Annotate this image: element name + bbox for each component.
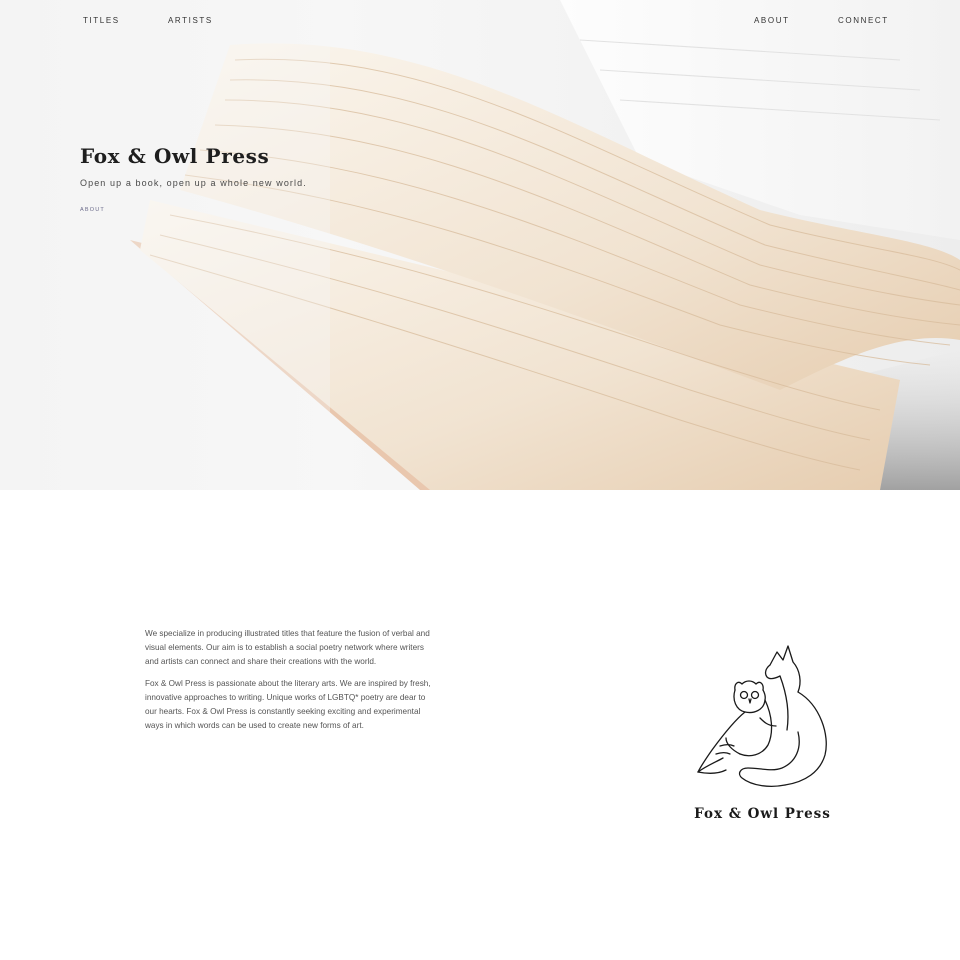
open-book-photo (0, 0, 960, 490)
nav-link-about[interactable]: ABOUT (754, 16, 790, 25)
nav-link-connect[interactable]: CONNECT (838, 16, 889, 25)
hero-tagline: Open up a book, open up a whole new worl… (80, 178, 307, 188)
fox-and-owl-icon (697, 645, 827, 787)
nav-link-artists[interactable]: ARTISTS (168, 16, 213, 25)
logo-wordmark: Fox & Owl Press (694, 806, 831, 822)
hero-banner: TITLES ARTISTS ABOUT CONNECT Fox & Owl P… (0, 0, 960, 490)
press-logo: Fox & Owl Press (690, 640, 835, 830)
hero-title: Fox & Owl Press (80, 144, 270, 168)
about-paragraph: We specialize in producing illustrated t… (145, 629, 430, 666)
hero-about-link[interactable]: ABOUT (80, 207, 105, 213)
about-paragraph: Fox & Owl Press is passionate about the … (145, 679, 431, 730)
nav-link-titles[interactable]: TITLES (83, 16, 120, 25)
top-navigation: TITLES ARTISTS ABOUT CONNECT (0, 16, 960, 28)
about-section: We specialize in producing illustrated t… (145, 627, 437, 741)
